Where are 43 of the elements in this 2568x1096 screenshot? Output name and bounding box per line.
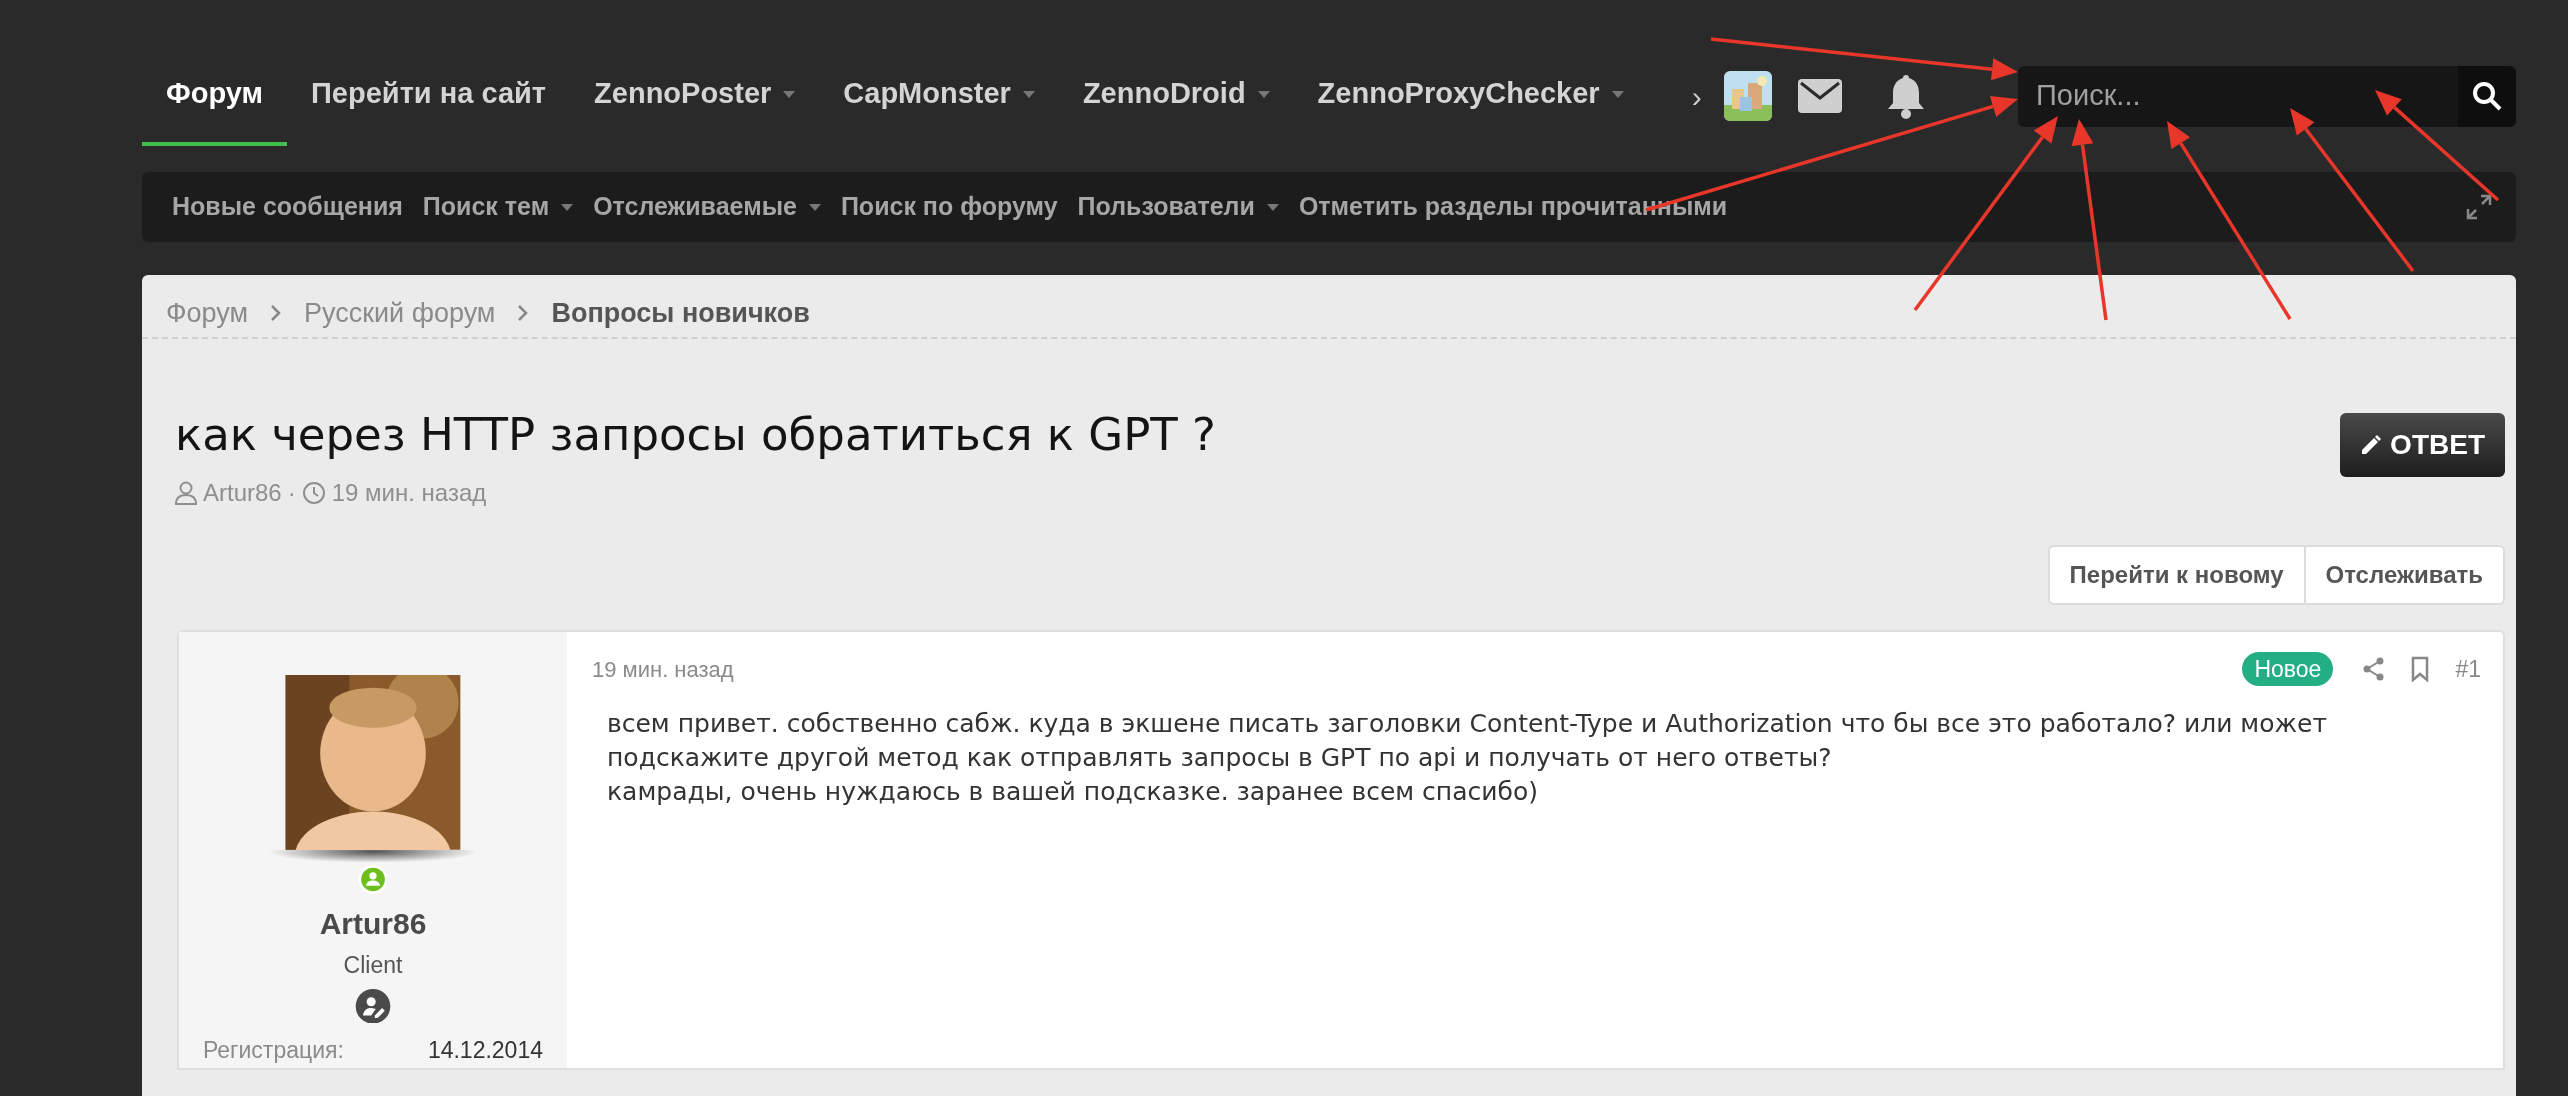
bell-icon[interactable]: [1885, 73, 1926, 119]
nav-tab[interactable]: Форум: [142, 46, 287, 146]
stat-value: 14.12.2014: [427, 1036, 543, 1066]
subnav-link[interactable]: Отслеживаемые: [593, 188, 841, 226]
reply-button[interactable]: ОТВЕТ: [2340, 413, 2505, 477]
search-button[interactable]: [2458, 65, 2516, 127]
pencil-icon: [2360, 434, 2383, 456]
new-badge: Новое: [2242, 652, 2334, 687]
subnav-link[interactable]: Поиск по форуму: [840, 188, 1078, 226]
clock-icon: [301, 481, 326, 505]
nav-tab[interactable]: ZennoDroid: [1058, 46, 1294, 146]
nav-tab[interactable]: Перейти на сайт: [287, 46, 571, 146]
more-link[interactable]: ›: [1691, 73, 1702, 119]
post-time: 19 мин. назад: [592, 655, 734, 684]
action-button[interactable]: Отслеживать: [2303, 547, 2503, 603]
search-field[interactable]: Поиск...: [2018, 65, 2458, 127]
subnav-link[interactable]: Новые сообщения: [172, 188, 423, 226]
user-edit-icon: [354, 988, 392, 1024]
post-text: камрады, очень нуждаюсь в вашей подсказке. заранее всем спасибо): [607, 775, 1539, 808]
nav-tab[interactable]: ZennoPoster: [570, 46, 820, 146]
bookmark-icon[interactable]: [2411, 656, 2430, 683]
post-text: подскажите другой метод как отправлять запросы в GPT по api и получать от него ответы?: [607, 741, 1833, 774]
thread-title: как через HTTP запросы обратиться к GPT ?: [175, 407, 1216, 463]
post-time: 19 мин. назад: [331, 478, 487, 508]
share-icon[interactable]: [2363, 657, 2386, 682]
user-icon: [175, 481, 197, 505]
mail-icon[interactable]: [1797, 79, 1842, 113]
nav-tab[interactable]: CapMonster: [819, 46, 1059, 146]
subnav-link[interactable]: Пользователи: [1077, 188, 1299, 226]
stat-label: Регистрация:: [203, 1036, 344, 1066]
action-button[interactable]: Перейти к новому: [2049, 547, 2304, 603]
chevron-right-icon: [270, 304, 282, 322]
breadcrumb-link[interactable]: Вопросы новичков: [551, 292, 810, 334]
username-link[interactable]: Artur86: [319, 901, 427, 947]
chevron-right-icon: [517, 304, 530, 322]
user-title: Client: [343, 951, 403, 981]
post-text: всем привет. собственно сабж. куда в экшене писать заголовки Content-Type и Authorization что бы все это работало? или может: [607, 707, 2328, 740]
nav-tab[interactable]: ZennoProxyChecker: [1293, 46, 1648, 146]
subnav-link[interactable]: Поиск тем: [422, 188, 594, 226]
expand-icon[interactable]: [2466, 194, 2492, 220]
search-icon: [2472, 81, 2502, 111]
post-number-link[interactable]: #1: [2455, 652, 2481, 687]
separator-dot: ·: [287, 478, 296, 508]
